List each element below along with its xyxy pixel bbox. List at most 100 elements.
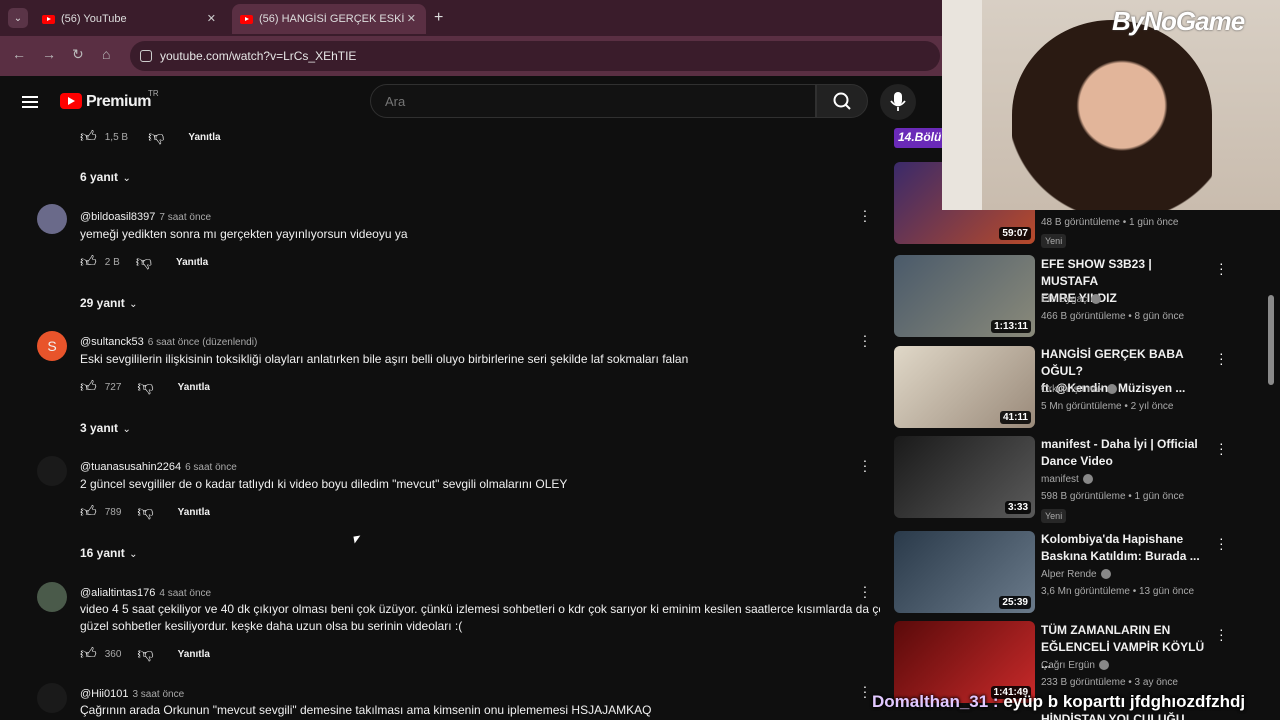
tab-youtube[interactable]: (56) YouTube ✕ (34, 4, 226, 34)
video-channel[interactable]: manifest (1041, 474, 1093, 485)
comment-actions: 👍︎ 360 👎︎ Yanıtla (80, 645, 210, 664)
url-text: youtube.com/watch?v=LrCs_XEhTIE (160, 49, 357, 63)
search-button[interactable] (816, 84, 868, 118)
channel-name: manifest (1041, 474, 1079, 485)
comment-time[interactable]: 7 saat önce (159, 212, 211, 223)
video-meta: 48 B görüntüleme • 1 gün önce (1041, 217, 1179, 228)
avatar[interactable] (37, 456, 67, 486)
back-icon[interactable]: ← (12, 46, 26, 62)
voice-search-button[interactable] (880, 84, 916, 120)
replies-toggle[interactable]: 3 yanıt ⌄ (80, 419, 131, 437)
video-title-peek[interactable]: HİNDİSTAN YOLCULUĞU (1041, 711, 1211, 720)
avatar[interactable] (37, 204, 67, 234)
video-title-line: Dance Video (1041, 454, 1113, 468)
tab-list-button[interactable]: ⌄ (8, 8, 28, 28)
dislike-icon[interactable]: 👎︎ (137, 645, 153, 664)
tab-title: (56) YouTube (61, 13, 127, 25)
video-thumbnail[interactable]: 25:39 (894, 531, 1035, 613)
video-thumbnail[interactable]: 41:11 (894, 346, 1035, 428)
avatar[interactable]: S (37, 331, 67, 361)
video-channel[interactable]: Orkun Işıtmak (1041, 384, 1118, 395)
video-title[interactable]: manifest - Daha İyi | Official Dance Vide… (1041, 436, 1211, 470)
video-duration: 41:11 (999, 411, 1031, 424)
comment-header: @tuanasusahin2264 6 saat önce (80, 457, 237, 475)
comment-menu-icon[interactable]: · · · (862, 579, 868, 603)
comment-menu-icon[interactable]: · · · (862, 203, 868, 227)
search-icon (833, 92, 851, 110)
replies-count: 29 yanıt (80, 296, 125, 310)
menu-icon[interactable] (22, 96, 38, 108)
video-channel[interactable]: Çağrı Ergün (1041, 660, 1109, 671)
comment-time[interactable]: 6 saat önce (185, 462, 237, 473)
like-icon[interactable]: 👍︎ (80, 503, 97, 522)
tab-title: (56) HANGİSİ GERÇEK ESKİ SEV (259, 13, 404, 25)
replies-toggle[interactable]: 6 yanıt ⌄ (80, 168, 131, 186)
like-icon[interactable]: 👍︎ (80, 378, 97, 397)
close-tab-icon[interactable]: ✕ (207, 12, 216, 25)
related-videos: 14.Bölü 59:07 48 B görüntüleme • 1 gün ö… (880, 128, 1280, 720)
video-menu-icon[interactable]: · · · (1219, 622, 1224, 646)
dislike-icon[interactable]: 👎︎ (137, 503, 153, 522)
comment-text-line: video 4 5 saat çekiliyor ve 40 dk çıkıyo… (80, 602, 880, 616)
home-icon[interactable]: ⌂ (102, 46, 110, 62)
youtube-logo-icon[interactable] (60, 93, 82, 109)
sidebar-scrollbar[interactable] (1268, 295, 1274, 385)
video-thumbnail[interactable]: 1:13:11 (894, 255, 1035, 337)
comment-actions: 👍︎ 727 👎︎ Yanıtla (80, 378, 210, 397)
brand-name[interactable]: Premium (86, 93, 151, 111)
like-icon[interactable]: 👍︎ (80, 128, 97, 147)
video-channel[interactable]: Alper Rende (1041, 569, 1111, 580)
video-thumbnail[interactable]: 1:41:49 (894, 621, 1035, 703)
avatar[interactable] (37, 683, 67, 713)
like-icon[interactable]: 👍︎ (80, 253, 97, 272)
comment-author[interactable]: @tuanasusahin2264 (80, 461, 181, 473)
replies-count: 3 yanıt (80, 421, 119, 435)
video-channel[interactable]: Efe Uygaç (1041, 294, 1102, 305)
reply-button[interactable]: Yanıtla (188, 132, 220, 143)
forward-icon[interactable]: → (42, 46, 56, 62)
comment-header: @Hii0101 3 saat önce (80, 684, 184, 702)
video-thumbnail[interactable]: 3:33 (894, 436, 1035, 518)
video-menu-icon[interactable]: · · · (1219, 531, 1224, 555)
replies-toggle[interactable]: 16 yanıt ⌄ (80, 544, 138, 562)
reply-button[interactable]: Yanıtla (178, 507, 210, 518)
comment-menu-icon[interactable]: · · · (862, 453, 868, 477)
dislike-icon[interactable]: 👎︎ (137, 378, 153, 397)
dislike-icon[interactable]: 👎︎ (136, 253, 152, 272)
video-duration: 3:33 (1004, 501, 1031, 514)
replies-toggle[interactable]: 29 yanıt ⌄ (80, 294, 138, 312)
reply-button[interactable]: Yanıtla (176, 257, 208, 268)
dislike-icon[interactable]: 👎︎ (148, 128, 164, 147)
comment-time[interactable]: 3 saat önce (132, 689, 184, 700)
search-input[interactable] (370, 84, 816, 118)
stream-logo: ByNoGame (1112, 6, 1245, 36)
like-count: 1,5 B (104, 132, 129, 143)
verified-icon (1107, 384, 1118, 395)
reply-button[interactable]: Yanıtla (178, 382, 210, 393)
comment-header: @bildoasil8397 7 saat önce (80, 207, 211, 225)
url-field[interactable]: youtube.com/watch?v=LrCs_XEhTIE (130, 41, 940, 71)
video-title[interactable]: Kolombiya'da Hapishane Baskına Katıldım: … (1041, 531, 1211, 565)
comment-author[interactable]: @sultanck53 (80, 336, 144, 348)
reload-icon[interactable]: ↻ (72, 46, 84, 63)
tab-video[interactable]: (56) HANGİSİ GERÇEK ESKİ SEV ✕ (232, 4, 426, 34)
comment-menu-icon[interactable]: · · · (862, 328, 868, 352)
avatar[interactable] (37, 582, 67, 612)
video-menu-icon[interactable]: · · · (1219, 436, 1224, 460)
like-icon[interactable]: 👍︎ (80, 645, 97, 664)
video-menu-icon[interactable]: · · · (1219, 346, 1224, 370)
comment-menu-icon[interactable]: · · · (862, 679, 868, 703)
replies-count: 16 yanıt (80, 546, 125, 560)
chevron-down-icon: ⌄ (129, 299, 138, 310)
comment-author[interactable]: @bildoasil8397 (80, 211, 155, 223)
new-tab-icon[interactable]: + (434, 9, 443, 27)
comment-author[interactable]: @Hii0101 (80, 688, 128, 700)
comment-time[interactable]: 4 saat önce (159, 588, 211, 599)
close-tab-icon[interactable]: ✕ (407, 12, 416, 25)
video-menu-icon[interactable]: · · · (1219, 256, 1224, 280)
verified-icon (1100, 569, 1111, 580)
site-info-icon[interactable] (140, 50, 152, 62)
comment-time[interactable]: 6 saat önce (düzenlendi) (148, 337, 258, 348)
reply-button[interactable]: Yanıtla (178, 649, 210, 660)
comment-author[interactable]: @alialtintas176 (80, 587, 155, 599)
